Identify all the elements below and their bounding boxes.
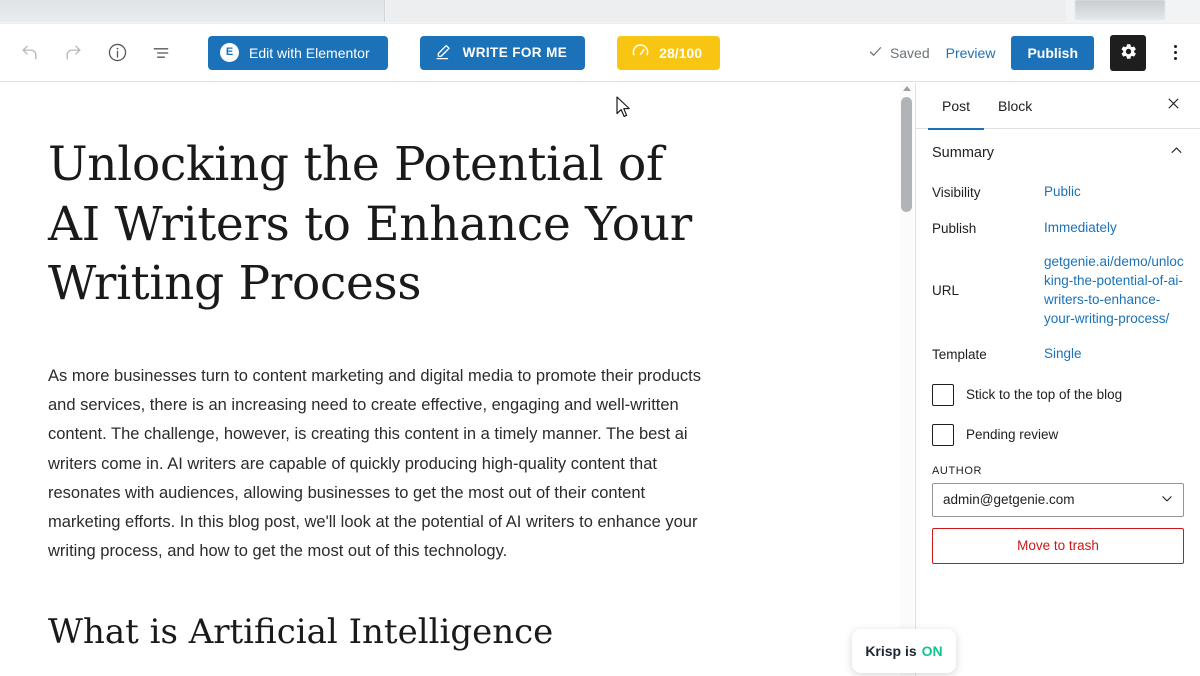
post-content-canvas[interactable]: Unlocking the Potential of AI Writers to… — [0, 83, 915, 676]
redo-arrow-icon — [64, 43, 83, 62]
check-icon — [868, 44, 883, 62]
write-for-me-button[interactable]: WRITE FOR ME — [419, 35, 586, 70]
author-select-value: admin@getgenie.com — [943, 492, 1075, 508]
details-info-button[interactable] — [102, 38, 132, 68]
author-select[interactable]: admin@getgenie.com — [932, 482, 1184, 517]
checkbox-pending-review[interactable]: Pending review — [932, 415, 1184, 455]
close-sidebar-button[interactable] — [1158, 91, 1188, 121]
browser-chrome-blob — [1075, 0, 1165, 20]
preview-link[interactable]: Preview — [946, 45, 996, 61]
row-url: URL getgenie.ai/demo/unlocking-the-poten… — [932, 249, 1184, 339]
chevron-down-icon — [1160, 491, 1174, 508]
edit-with-elementor-button[interactable]: E Edit with Elementor — [208, 35, 388, 70]
editor-toolbar: E Edit with Elementor WRITE FOR ME 28/10… — [0, 24, 1200, 82]
saved-status-label: Saved — [889, 44, 930, 61]
content-scroll-thumb[interactable] — [901, 97, 912, 212]
wordpress-block-editor: E Edit with Elementor WRITE FOR ME 28/10… — [0, 0, 1200, 676]
template-label: Template — [932, 346, 987, 362]
summary-section-header[interactable]: Summary — [916, 129, 1200, 177]
checkbox-label-pending: Pending review — [966, 427, 1059, 443]
post-paragraph[interactable]: As more businesses turn to content marke… — [48, 362, 712, 566]
checkbox-label-sticky: Stick to the top of the blog — [966, 387, 1123, 403]
publish-label: Publish — [932, 221, 977, 236]
move-to-trash-button[interactable]: Move to trash — [932, 527, 1184, 564]
elementor-logo-icon: E — [220, 43, 239, 62]
author-section-label: AUTHOR — [932, 464, 983, 477]
row-visibility: Visibility Public — [932, 177, 1184, 213]
row-template: Template Single — [932, 339, 1184, 375]
list-view-button[interactable] — [146, 38, 176, 68]
publish-button[interactable]: Publish — [1011, 35, 1094, 70]
kebab-menu-icon — [1173, 45, 1177, 60]
settings-sidebar: Post Block Summary Visibility Public Pub… — [915, 83, 1200, 676]
tab-post[interactable]: Post — [928, 83, 985, 130]
undo-arrow-icon — [20, 43, 39, 62]
browser-tab-left[interactable] — [0, 0, 385, 22]
seo-score-label: 28/100 — [659, 44, 702, 61]
pen-write-icon — [434, 42, 453, 64]
info-circle-icon — [107, 42, 128, 63]
url-label: URL — [932, 283, 960, 299]
settings-button[interactable] — [1110, 34, 1146, 71]
chevron-up-icon — [1169, 143, 1184, 163]
scroll-up-arrow-icon[interactable] — [903, 86, 911, 91]
checkbox-box-sticky[interactable] — [932, 383, 954, 406]
krisp-status-toast[interactable]: Krisp is ON — [852, 629, 956, 673]
close-icon — [1166, 96, 1181, 115]
toolbar-left-group — [0, 38, 176, 68]
redo-button[interactable] — [58, 38, 88, 68]
toolbar-right-group: Saved Preview Publish — [868, 34, 1200, 71]
summary-section-body: Visibility Public Publish Immediately UR… — [916, 177, 1200, 564]
checkbox-box-pending[interactable] — [932, 423, 954, 446]
visibility-label: Visibility — [932, 185, 981, 200]
undo-button[interactable] — [14, 38, 44, 68]
row-publish: Publish Immediately — [932, 213, 1184, 249]
browser-tab-right[interactable] — [386, 0, 1066, 22]
post-title[interactable]: Unlocking the Potential of AI Writers to… — [48, 135, 712, 314]
write-for-me-label: WRITE FOR ME — [462, 45, 568, 60]
summary-section-title: Summary — [932, 145, 995, 161]
krisp-name-label: Krisp is — [865, 643, 917, 659]
document-outline-icon — [151, 43, 171, 63]
post-body: Unlocking the Potential of AI Writers to… — [0, 83, 760, 655]
tab-block[interactable]: Block — [984, 83, 1046, 129]
publish-value[interactable]: Immediately — [1044, 219, 1117, 238]
toolbar-action-buttons: E Edit with Elementor WRITE FOR ME 28/10… — [208, 35, 720, 70]
more-options-button[interactable] — [1162, 36, 1188, 70]
content-scrollbar[interactable] — [900, 83, 914, 676]
visibility-value[interactable]: Public — [1044, 183, 1081, 202]
checkbox-sticky-post[interactable]: Stick to the top of the blog — [932, 375, 1184, 415]
sidebar-tabs: Post Block — [916, 83, 1200, 130]
seo-score-button[interactable]: 28/100 — [617, 35, 720, 70]
url-value[interactable]: getgenie.ai/demo/unlocking-the-potential… — [1044, 253, 1184, 329]
gear-icon — [1119, 42, 1138, 64]
gauge-speedometer-icon — [631, 42, 650, 64]
saved-status: Saved — [868, 44, 930, 62]
post-heading-2[interactable]: What is Artificial Intelligence — [48, 610, 712, 654]
template-value[interactable]: Single — [1044, 345, 1082, 364]
krisp-state-label: ON — [921, 643, 943, 659]
browser-chrome-strip — [0, 0, 1200, 24]
edit-with-elementor-label: Edit with Elementor — [249, 44, 370, 61]
